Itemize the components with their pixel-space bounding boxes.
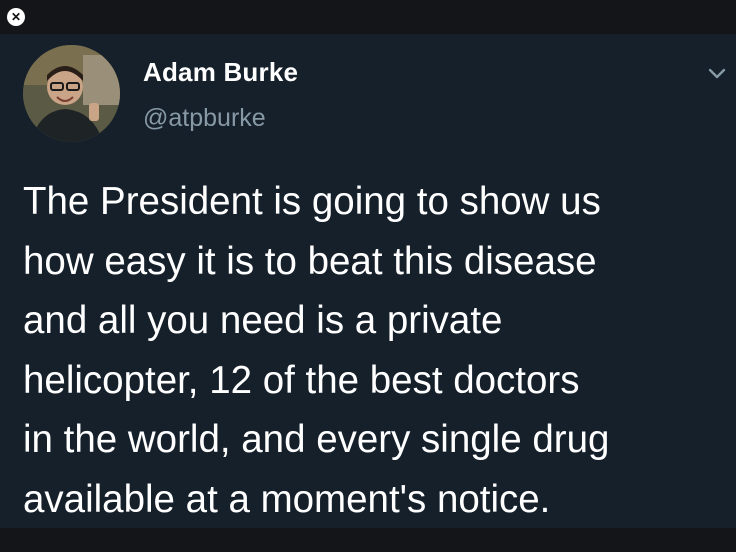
viewer-top-bar: ✕	[0, 0, 736, 34]
author-name[interactable]: Adam Burke	[143, 57, 298, 88]
tweet-text: The President is going to show us how ea…	[23, 180, 610, 521]
author-handle[interactable]: @atpburke	[143, 104, 266, 133]
close-icon[interactable]: ✕	[7, 8, 25, 26]
avatar[interactable]	[23, 45, 120, 142]
viewer-bottom-bar	[0, 528, 736, 552]
chevron-down-icon[interactable]	[706, 62, 728, 84]
